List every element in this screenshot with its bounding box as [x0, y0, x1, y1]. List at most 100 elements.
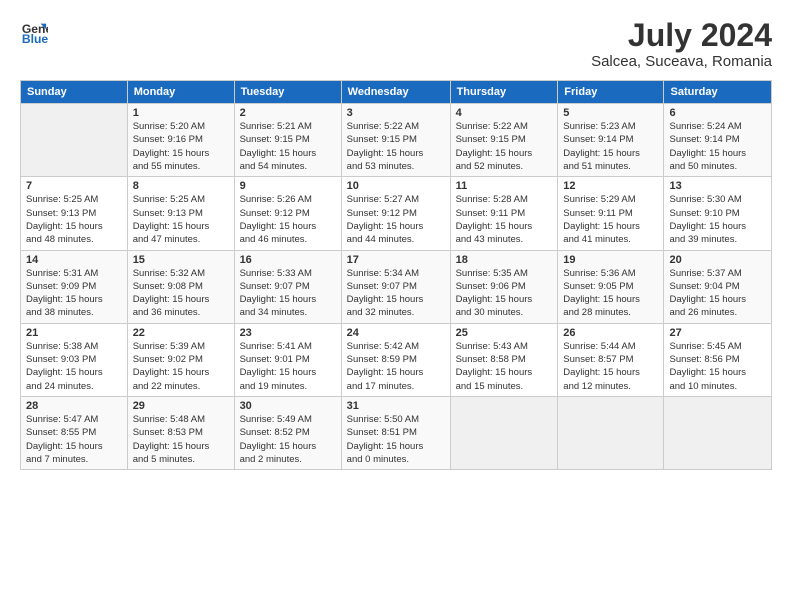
calendar-cell: 7Sunrise: 5:25 AM Sunset: 9:13 PM Daylig…	[21, 177, 128, 250]
calendar-cell: 30Sunrise: 5:49 AM Sunset: 8:52 PM Dayli…	[234, 396, 341, 469]
day-info: Sunrise: 5:38 AM Sunset: 9:03 PM Dayligh…	[26, 340, 122, 393]
calendar-cell: 3Sunrise: 5:22 AM Sunset: 9:15 PM Daylig…	[341, 104, 450, 177]
header: General Blue July 2024 Salcea, Suceava, …	[20, 18, 772, 70]
calendar-cell: 27Sunrise: 5:45 AM Sunset: 8:56 PM Dayli…	[664, 323, 772, 396]
calendar-cell: 21Sunrise: 5:38 AM Sunset: 9:03 PM Dayli…	[21, 323, 128, 396]
calendar-cell: 11Sunrise: 5:28 AM Sunset: 9:11 PM Dayli…	[450, 177, 558, 250]
calendar-cell: 10Sunrise: 5:27 AM Sunset: 9:12 PM Dayli…	[341, 177, 450, 250]
day-info: Sunrise: 5:21 AM Sunset: 9:15 PM Dayligh…	[240, 120, 336, 173]
header-day-friday: Friday	[558, 81, 664, 104]
header-day-monday: Monday	[127, 81, 234, 104]
day-info: Sunrise: 5:37 AM Sunset: 9:04 PM Dayligh…	[669, 267, 766, 320]
day-info: Sunrise: 5:20 AM Sunset: 9:16 PM Dayligh…	[133, 120, 229, 173]
day-number: 23	[240, 327, 336, 339]
logo: General Blue	[20, 18, 48, 46]
calendar-cell: 17Sunrise: 5:34 AM Sunset: 9:07 PM Dayli…	[341, 250, 450, 323]
day-number: 28	[26, 400, 122, 412]
week-row-4: 21Sunrise: 5:38 AM Sunset: 9:03 PM Dayli…	[21, 323, 772, 396]
day-number: 17	[347, 254, 445, 266]
day-info: Sunrise: 5:23 AM Sunset: 9:14 PM Dayligh…	[563, 120, 658, 173]
day-info: Sunrise: 5:45 AM Sunset: 8:56 PM Dayligh…	[669, 340, 766, 393]
day-number: 19	[563, 254, 658, 266]
calendar-cell: 2Sunrise: 5:21 AM Sunset: 9:15 PM Daylig…	[234, 104, 341, 177]
calendar-cell: 5Sunrise: 5:23 AM Sunset: 9:14 PM Daylig…	[558, 104, 664, 177]
calendar-cell	[558, 396, 664, 469]
day-number: 10	[347, 180, 445, 192]
calendar-cell: 12Sunrise: 5:29 AM Sunset: 9:11 PM Dayli…	[558, 177, 664, 250]
day-number: 12	[563, 180, 658, 192]
day-info: Sunrise: 5:50 AM Sunset: 8:51 PM Dayligh…	[347, 413, 445, 466]
day-info: Sunrise: 5:25 AM Sunset: 9:13 PM Dayligh…	[26, 193, 122, 246]
day-info: Sunrise: 5:33 AM Sunset: 9:07 PM Dayligh…	[240, 267, 336, 320]
day-info: Sunrise: 5:31 AM Sunset: 9:09 PM Dayligh…	[26, 267, 122, 320]
day-info: Sunrise: 5:22 AM Sunset: 9:15 PM Dayligh…	[347, 120, 445, 173]
header-day-tuesday: Tuesday	[234, 81, 341, 104]
calendar-cell: 6Sunrise: 5:24 AM Sunset: 9:14 PM Daylig…	[664, 104, 772, 177]
svg-text:Blue: Blue	[22, 32, 48, 46]
day-info: Sunrise: 5:43 AM Sunset: 8:58 PM Dayligh…	[456, 340, 553, 393]
calendar-cell: 16Sunrise: 5:33 AM Sunset: 9:07 PM Dayli…	[234, 250, 341, 323]
day-number: 5	[563, 107, 658, 119]
day-number: 2	[240, 107, 336, 119]
calendar-cell: 15Sunrise: 5:32 AM Sunset: 9:08 PM Dayli…	[127, 250, 234, 323]
calendar-cell: 8Sunrise: 5:25 AM Sunset: 9:13 PM Daylig…	[127, 177, 234, 250]
day-info: Sunrise: 5:48 AM Sunset: 8:53 PM Dayligh…	[133, 413, 229, 466]
day-info: Sunrise: 5:39 AM Sunset: 9:02 PM Dayligh…	[133, 340, 229, 393]
day-number: 27	[669, 327, 766, 339]
calendar-cell	[664, 396, 772, 469]
day-info: Sunrise: 5:42 AM Sunset: 8:59 PM Dayligh…	[347, 340, 445, 393]
header-day-saturday: Saturday	[664, 81, 772, 104]
day-number: 16	[240, 254, 336, 266]
calendar-cell: 9Sunrise: 5:26 AM Sunset: 9:12 PM Daylig…	[234, 177, 341, 250]
day-number: 26	[563, 327, 658, 339]
calendar-cell: 14Sunrise: 5:31 AM Sunset: 9:09 PM Dayli…	[21, 250, 128, 323]
header-day-wednesday: Wednesday	[341, 81, 450, 104]
calendar-cell: 28Sunrise: 5:47 AM Sunset: 8:55 PM Dayli…	[21, 396, 128, 469]
day-info: Sunrise: 5:24 AM Sunset: 9:14 PM Dayligh…	[669, 120, 766, 173]
day-number: 18	[456, 254, 553, 266]
day-info: Sunrise: 5:47 AM Sunset: 8:55 PM Dayligh…	[26, 413, 122, 466]
day-number: 8	[133, 180, 229, 192]
header-day-sunday: Sunday	[21, 81, 128, 104]
day-number: 31	[347, 400, 445, 412]
day-info: Sunrise: 5:41 AM Sunset: 9:01 PM Dayligh…	[240, 340, 336, 393]
calendar-cell: 24Sunrise: 5:42 AM Sunset: 8:59 PM Dayli…	[341, 323, 450, 396]
calendar-table: SundayMondayTuesdayWednesdayThursdayFrid…	[20, 80, 772, 470]
day-number: 24	[347, 327, 445, 339]
calendar-cell: 13Sunrise: 5:30 AM Sunset: 9:10 PM Dayli…	[664, 177, 772, 250]
day-number: 3	[347, 107, 445, 119]
calendar-cell: 29Sunrise: 5:48 AM Sunset: 8:53 PM Dayli…	[127, 396, 234, 469]
day-info: Sunrise: 5:49 AM Sunset: 8:52 PM Dayligh…	[240, 413, 336, 466]
logo-icon: General Blue	[20, 18, 48, 46]
calendar-cell: 31Sunrise: 5:50 AM Sunset: 8:51 PM Dayli…	[341, 396, 450, 469]
day-number: 30	[240, 400, 336, 412]
day-number: 13	[669, 180, 766, 192]
day-number: 20	[669, 254, 766, 266]
week-row-3: 14Sunrise: 5:31 AM Sunset: 9:09 PM Dayli…	[21, 250, 772, 323]
subtitle: Salcea, Suceava, Romania	[591, 53, 772, 70]
calendar-cell	[21, 104, 128, 177]
calendar-cell: 1Sunrise: 5:20 AM Sunset: 9:16 PM Daylig…	[127, 104, 234, 177]
calendar-cell: 20Sunrise: 5:37 AM Sunset: 9:04 PM Dayli…	[664, 250, 772, 323]
week-row-5: 28Sunrise: 5:47 AM Sunset: 8:55 PM Dayli…	[21, 396, 772, 469]
calendar-cell: 26Sunrise: 5:44 AM Sunset: 8:57 PM Dayli…	[558, 323, 664, 396]
day-number: 25	[456, 327, 553, 339]
week-row-1: 1Sunrise: 5:20 AM Sunset: 9:16 PM Daylig…	[21, 104, 772, 177]
week-row-2: 7Sunrise: 5:25 AM Sunset: 9:13 PM Daylig…	[21, 177, 772, 250]
calendar-header-row: SundayMondayTuesdayWednesdayThursdayFrid…	[21, 81, 772, 104]
day-number: 11	[456, 180, 553, 192]
calendar-cell	[450, 396, 558, 469]
header-day-thursday: Thursday	[450, 81, 558, 104]
calendar-cell: 18Sunrise: 5:35 AM Sunset: 9:06 PM Dayli…	[450, 250, 558, 323]
calendar-cell: 25Sunrise: 5:43 AM Sunset: 8:58 PM Dayli…	[450, 323, 558, 396]
day-number: 7	[26, 180, 122, 192]
day-info: Sunrise: 5:26 AM Sunset: 9:12 PM Dayligh…	[240, 193, 336, 246]
day-number: 1	[133, 107, 229, 119]
day-info: Sunrise: 5:27 AM Sunset: 9:12 PM Dayligh…	[347, 193, 445, 246]
day-number: 21	[26, 327, 122, 339]
main-title: July 2024	[591, 18, 772, 53]
day-info: Sunrise: 5:25 AM Sunset: 9:13 PM Dayligh…	[133, 193, 229, 246]
day-number: 29	[133, 400, 229, 412]
day-info: Sunrise: 5:22 AM Sunset: 9:15 PM Dayligh…	[456, 120, 553, 173]
day-number: 9	[240, 180, 336, 192]
